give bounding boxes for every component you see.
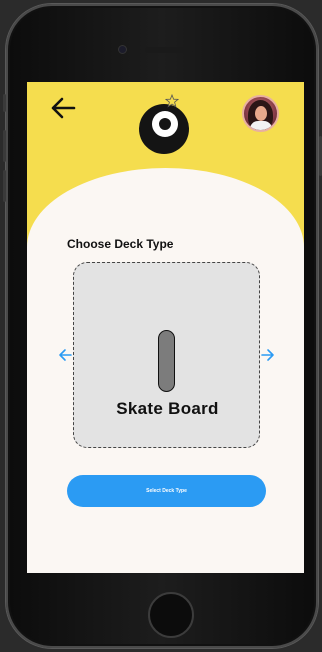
arrow-left-icon [59,349,72,361]
home-button[interactable] [148,592,194,638]
arrow-right-icon [261,349,274,361]
profile-avatar[interactable] [242,95,279,132]
front-camera [118,45,127,54]
app-logo [139,104,189,154]
skateboard-icon [158,330,175,392]
speaker-grille [145,47,193,53]
select-deck-button[interactable]: Select Deck Type [67,475,266,507]
eye-logo-icon [152,111,178,137]
back-button[interactable] [49,94,77,122]
deck-name: Skate Board [116,399,219,418]
mute-switch [3,94,6,112]
avatar-shirt [250,121,272,130]
volume-down-button [3,170,6,202]
deck-card[interactable]: Skate Board [73,262,260,448]
section-title: Choose Deck Type [67,237,174,251]
logo-pupil [159,118,171,130]
app-screen: Choose Deck Type Skate Board Select Deck… [27,82,304,573]
next-deck-button[interactable] [261,348,275,362]
avatar-face [255,106,267,121]
star-icon [165,94,179,108]
volume-up-button [3,130,6,162]
previous-deck-button[interactable] [58,348,72,362]
arrow-left-icon [51,97,76,119]
